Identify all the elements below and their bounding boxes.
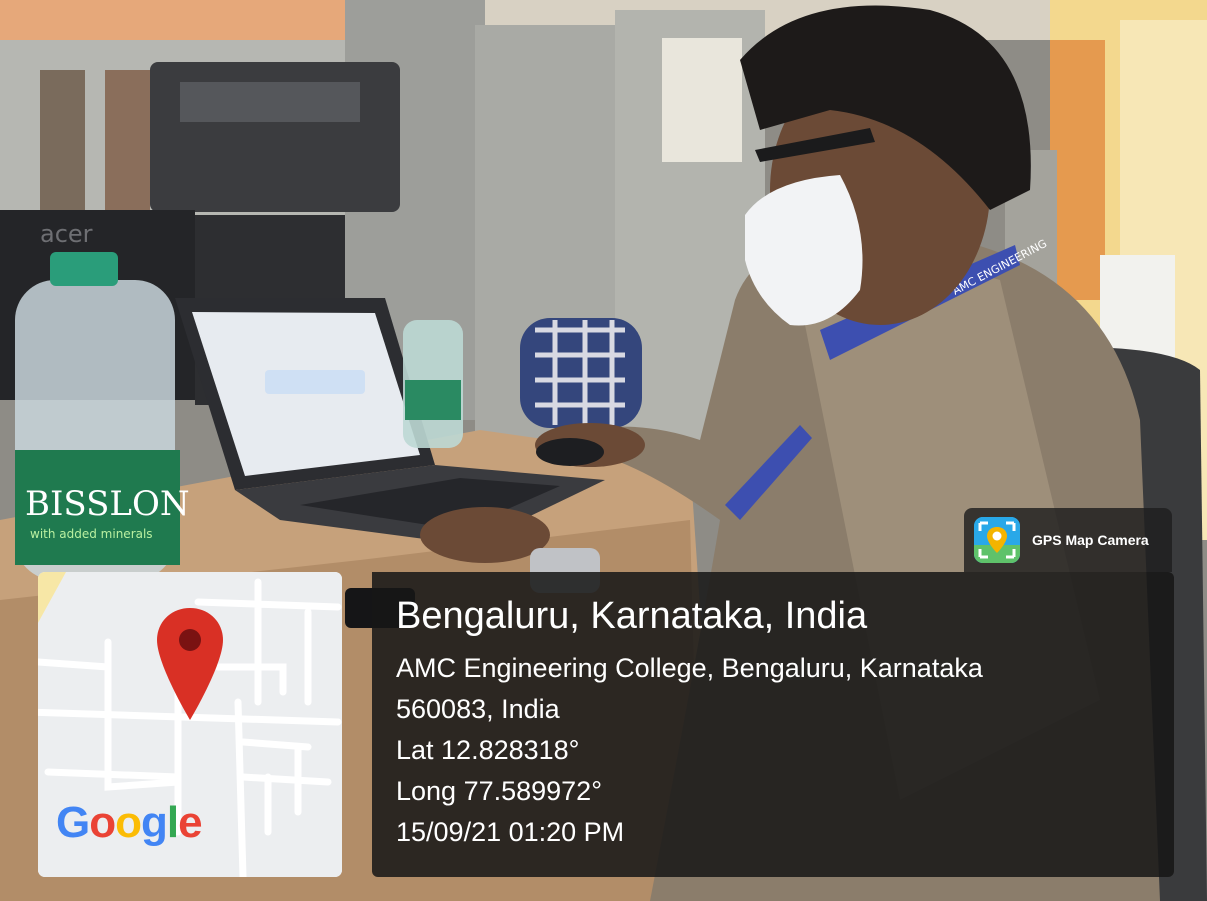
google-logo-letter: G — [56, 798, 90, 847]
camera-pin-icon — [974, 517, 1020, 563]
location-info-panel: Bengaluru, Karnataka, India AMC Engineer… — [372, 572, 1174, 877]
address-line-2: 560083, India — [396, 694, 560, 724]
location-title: Bengaluru, Karnataka, India — [396, 595, 868, 637]
google-logo-letter: e — [178, 798, 203, 847]
google-logo-letter: o — [89, 798, 116, 847]
address-line-1: AMC Engineering College, Bengaluru, Karn… — [396, 653, 983, 683]
google-logo-letter: g — [141, 798, 168, 847]
datetime: 15/09/21 01:20 PM — [396, 817, 625, 847]
latitude: Lat 12.828318° — [396, 735, 580, 765]
gps-map-camera-badge: GPS Map Camera — [964, 508, 1172, 572]
app-name: GPS Map Camera — [1032, 532, 1149, 548]
google-logo: Google — [56, 798, 203, 848]
svg-text:BISSLON: BISSLON — [25, 484, 190, 524]
svg-text:acer: acer — [40, 220, 93, 248]
google-logo-letter: o — [115, 798, 142, 847]
svg-text:with added minerals: with added minerals — [30, 527, 153, 541]
longitude: Long 77.589972° — [396, 776, 602, 806]
google-logo-letter: l — [166, 798, 179, 847]
map-thumbnail: Google — [38, 572, 342, 877]
